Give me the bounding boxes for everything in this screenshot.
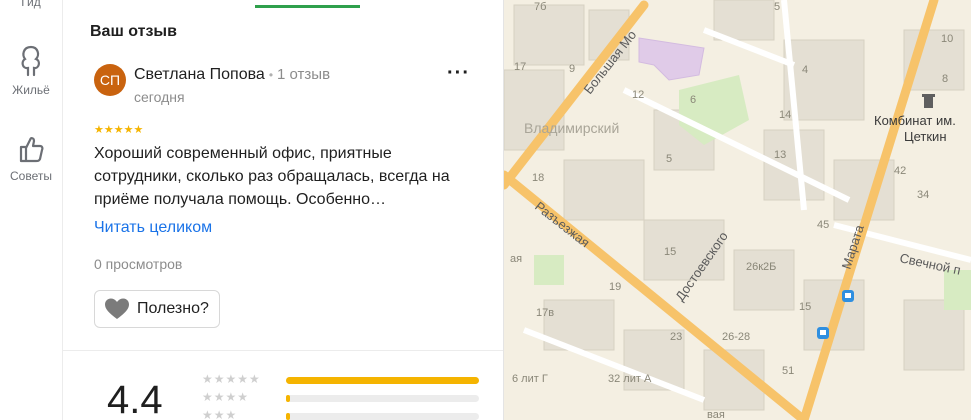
house-number: 5 [666,153,672,165]
house-number: 18 [532,172,544,184]
rating-row-4: ★★★★ [202,390,492,405]
review-panel: Ваш отзыв СП Светлана Попова • 1 отзыв сег… [63,0,504,420]
review-author[interactable]: Светлана Попова • 1 отзыв [134,66,330,84]
district-label-vladimirsky: Владимирский [524,120,619,136]
house-number: 9 [569,63,575,75]
house-number: 17в [536,307,554,319]
review-text: Хороший современный офис, приятные сотру… [94,145,450,208]
house-number: 6 [690,94,696,106]
rating-bar-fill [286,395,290,402]
house-number: 26-28 [722,331,750,343]
house-number: 15 [664,246,676,258]
house-number: 12 [632,89,644,101]
house-number: 10 [941,33,953,45]
house-number: 42 [894,165,906,177]
rating-row-stars: ★★★ [202,408,238,420]
useful-button[interactable]: Полезно? [94,290,220,328]
house-number: 15 [799,301,811,313]
rating-bar-fill [286,413,290,420]
house-number: 34 [917,189,929,201]
review-date: сегодня [134,89,185,105]
sidebar-item-tips[interactable]: Советы [0,134,62,183]
rating-score: 4.4 [107,378,163,420]
rating-row-stars: ★★★★★ [202,372,261,386]
house-number: 26к2Б [746,261,776,273]
useful-label: Полезно? [137,300,209,317]
sidebar-item-label: Гид [21,0,41,9]
house-number: 8 [942,73,948,85]
review-stars: ★★★★★ [94,124,144,136]
side-rail: Гид Жильё Советы [0,0,63,420]
thumbs-up-icon [19,137,44,163]
house-number: 45 [817,219,829,231]
bus-stop-icon[interactable] [817,327,829,339]
house-number: 14 [779,109,791,121]
house-number: 5 [774,1,780,13]
house-number: 32 лит А [608,373,652,385]
house-number: 6 лит Г [512,373,548,385]
map[interactable]: Большая Мо Владимирский Разъезжая Достое… [504,0,971,420]
avatar[interactable]: СП [94,64,126,96]
bus-stop-icon[interactable] [842,290,854,302]
section-title: Ваш отзыв [90,23,177,40]
sidebar-item-guide[interactable]: Гид [0,0,62,9]
rating-bar-track [286,377,479,384]
house-number: 19 [609,281,621,293]
rating-row-stars: ★★★★ [202,390,250,404]
sidebar-item-housing[interactable]: Жильё [0,44,62,97]
read-more-link[interactable]: Читать целиком [94,219,212,237]
author-reviews-count: 1 отзыв [277,66,331,83]
house-number: 23 [670,331,682,343]
ellipsis-icon[interactable]: ··· [447,62,470,85]
rating-row-3: ★★★ [202,408,492,420]
rating-bar-fill [286,377,479,384]
house-number: 13 [774,149,786,161]
divider [63,350,503,351]
rating-row-5: ★★★★★ [202,372,492,387]
poi-label-kombinat-2: Цеткин [904,129,947,144]
housing-icon [21,45,40,77]
sidebar-item-label: Советы [10,169,52,183]
views-count: 0 просмотров [94,256,183,272]
separator-dot: • [268,68,274,82]
active-tab-indicator [255,5,360,8]
house-number: 4 [802,64,808,76]
poi-label-kombinat-1: Комбинат им. [874,113,956,128]
rating-bar-track [286,395,479,402]
rating-bar-track [286,413,479,420]
house-number: вая [707,409,725,420]
heart-icon [105,298,129,319]
house-number: 51 [782,365,794,377]
house-number: ая [510,253,522,265]
author-name[interactable]: Светлана Попова [134,66,265,83]
house-number: 7б [534,1,546,13]
sidebar-item-label: Жильё [12,83,50,97]
house-number: 17 [514,61,526,73]
